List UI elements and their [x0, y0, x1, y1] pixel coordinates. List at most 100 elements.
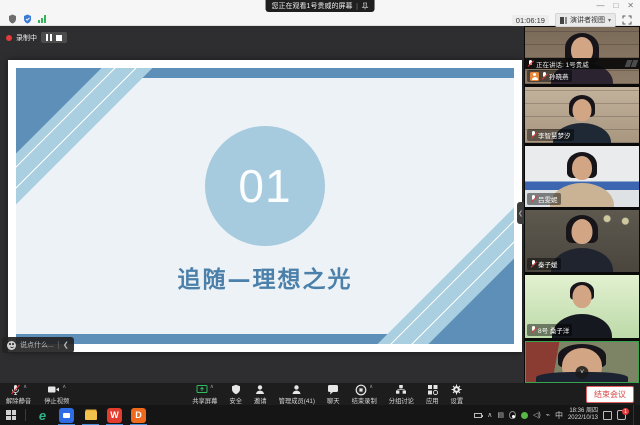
- shared-screen: 录制中 01 追随—理想之光: [0, 26, 524, 383]
- taskbar-time: 18:36 周四: [568, 408, 598, 415]
- video-tile[interactable]: 孙晓燕: [525, 27, 639, 84]
- comment-placeholder[interactable]: 说点什么...: [20, 340, 54, 350]
- recording-indicator: 录制中: [6, 32, 67, 43]
- meeting-info-icon[interactable]: [8, 14, 17, 24]
- start-icon[interactable]: [6, 410, 16, 420]
- chevron-up-icon[interactable]: ∧: [23, 384, 27, 390]
- chat-button[interactable]: 聊天: [327, 384, 340, 405]
- view-mode-button[interactable]: 演讲者视图 ▾: [555, 13, 616, 27]
- participant-name: 李智慧梦汐: [538, 130, 571, 140]
- mic-muted-icon: [530, 131, 536, 139]
- windows-taskbar: e W D ∧ ▤ ◁) ⌁ 中 18:36 周四 2022/10/13 1: [0, 405, 640, 425]
- toolbar-center-group: ∧ 共享屏幕 安全 邀请: [69, 384, 586, 405]
- divider: [58, 341, 59, 349]
- active-speaker-bar: 正在讲话: 1号贵威: [524, 58, 640, 69]
- presentation-slide: 01 追随—理想之光: [8, 60, 522, 352]
- tray-expand-icon[interactable]: ∧: [487, 411, 492, 419]
- phone-sync-icon[interactable]: 1: [617, 410, 626, 420]
- sidebar-collapse-tab[interactable]: ❮: [517, 202, 524, 224]
- unmute-button[interactable]: ∧ 解除静音: [6, 384, 31, 405]
- host-badge-icon: [530, 72, 539, 81]
- maximize-button[interactable]: □: [613, 1, 618, 10]
- taskbar-clock[interactable]: 18:36 周四 2022/10/13: [568, 408, 598, 422]
- file-explorer-icon[interactable]: [83, 408, 98, 423]
- participant-name: 秦子媛: [538, 259, 558, 269]
- chevron-up-icon[interactable]: ∧: [62, 384, 66, 390]
- fullscreen-icon[interactable]: [622, 15, 632, 25]
- show-desktop-button[interactable]: [633, 405, 636, 425]
- pin-icon[interactable]: [361, 2, 368, 10]
- shield-icon: [231, 384, 241, 395]
- chevron-up-icon[interactable]: ∧: [210, 384, 214, 390]
- qq-icon[interactable]: [509, 411, 516, 419]
- mic-muted-icon: [530, 195, 536, 203]
- pause-recording-icon[interactable]: [46, 34, 52, 41]
- mic-muted-icon: [527, 60, 533, 68]
- action-center-icon[interactable]: [603, 411, 612, 420]
- apps-button[interactable]: 应用: [426, 384, 439, 405]
- stop-video-button[interactable]: ∧ 停止视频: [44, 384, 69, 405]
- toolbar-left-group: ∧ 解除静音 ∧ 停止视频: [6, 384, 69, 405]
- record-stop-icon: [355, 384, 367, 396]
- emoji-icon[interactable]: [7, 341, 16, 350]
- volume-icon[interactable]: ◁): [533, 411, 541, 419]
- video-tile[interactable]: 吕雯妮: [525, 146, 639, 207]
- notification-badge: 1: [622, 408, 629, 415]
- microphone-muted-icon: [10, 384, 21, 395]
- mic-muted-icon: [541, 72, 547, 80]
- stop-record-button[interactable]: ∧ 结束录制: [352, 384, 377, 405]
- share-screen-button[interactable]: ∧ 共享屏幕: [192, 384, 217, 405]
- wps-icon[interactable]: W: [107, 408, 122, 423]
- participant-name-row: 8号 桑子洋: [527, 324, 572, 336]
- meeting-app-icon[interactable]: [59, 408, 74, 423]
- divider: [25, 409, 26, 421]
- main-area: 录制中 01 追随—理想之光: [0, 26, 640, 383]
- stop-recording-icon[interactable]: [56, 35, 62, 41]
- end-meeting-button[interactable]: 结束会议: [586, 386, 634, 403]
- meeting-timer: 01:06:19: [512, 15, 549, 26]
- video-tile[interactable]: 李智慧梦汐: [525, 87, 639, 143]
- chat-bubble-icon: [327, 384, 339, 395]
- breakout-rooms-button[interactable]: 分组讨论: [389, 384, 414, 405]
- scroll-more-participants-button[interactable]: ˅: [576, 366, 589, 379]
- ime-indicator[interactable]: 中: [555, 410, 563, 421]
- topbar-right: 01:06:19 演讲者视图 ▾: [512, 13, 632, 27]
- protection-icon[interactable]: [23, 14, 32, 24]
- participant-name: 吕雯妮: [538, 194, 558, 204]
- manage-members-button[interactable]: 管理成员(41): [279, 384, 315, 405]
- participant-name: 8号 桑子洋: [538, 325, 569, 335]
- recording-controls: [41, 32, 67, 43]
- meeting-status-icons: [8, 14, 46, 24]
- breakout-icon: [395, 384, 407, 395]
- apps-grid-icon: [427, 384, 438, 395]
- participant-name-row: 吕雯妮: [527, 193, 561, 205]
- participant-name-row: 秦子媛: [527, 258, 561, 270]
- recording-dot-icon: [6, 35, 12, 41]
- quick-comment-bar[interactable]: 说点什么... ❮: [2, 337, 74, 353]
- slide-number-circle: 01: [205, 126, 325, 246]
- share-screen-icon: [196, 384, 208, 395]
- settings-button[interactable]: 设置: [451, 384, 464, 405]
- meeting-logo-watermark-icon: [626, 60, 637, 67]
- camera-icon: [47, 384, 60, 395]
- chevron-up-icon[interactable]: ∧: [369, 384, 373, 390]
- system-tray: ∧ ▤ ◁) ⌁ 中 18:36 周四 2022/10/13 1: [474, 405, 636, 425]
- tray-folder-icon[interactable]: ▤: [497, 411, 504, 419]
- participant-name-row: 李智慧梦汐: [527, 129, 574, 141]
- mic-muted-icon: [530, 260, 536, 268]
- d-app-icon[interactable]: D: [131, 408, 146, 423]
- battery-icon[interactable]: [474, 413, 482, 418]
- link-icon[interactable]: ⌁: [546, 411, 550, 419]
- browser-icon[interactable]: e: [35, 408, 50, 423]
- collapse-left-icon[interactable]: ❮: [63, 341, 69, 349]
- security-button[interactable]: 安全: [229, 384, 242, 405]
- 360-icon[interactable]: [521, 412, 528, 419]
- video-tile[interactable]: 秦子媛: [525, 210, 639, 272]
- invite-button[interactable]: 邀请: [254, 384, 267, 405]
- video-tile[interactable]: 8号 桑子洋: [525, 275, 639, 338]
- window-controls: — □ ✕: [596, 1, 634, 10]
- mic-muted-icon: [530, 326, 536, 334]
- close-button[interactable]: ✕: [627, 1, 634, 10]
- minimize-button[interactable]: —: [596, 1, 604, 10]
- network-signal-icon[interactable]: [38, 15, 46, 23]
